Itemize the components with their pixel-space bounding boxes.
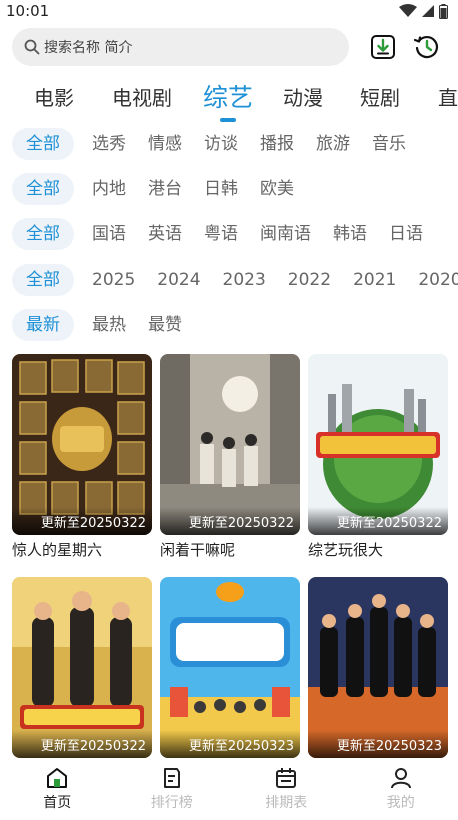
wifi-icon [399,4,417,17]
nav-profile-label: 我的 [386,795,415,811]
show-card[interactable]: 更新至20250322 [12,577,152,758]
filter-region-option[interactable]: 日韩 [204,173,238,205]
filter-language-option[interactable]: 国语 [92,218,126,250]
search-row: 搜索名称 简介 [12,28,452,66]
search-icon [24,39,40,55]
tab-short-drama[interactable]: 短剧 [360,74,400,111]
nav-schedule-label: 排期表 [265,795,308,811]
filter-year-option[interactable]: 2022 [288,264,331,296]
update-badge: 更新至20250322 [160,507,300,535]
show-title: 闲着干嘛呢 [160,541,236,559]
nav-ranking-label: 排行榜 [150,795,193,811]
show-poster[interactable]: 更新至20250323 [308,577,448,758]
show-title: 惊人的星期六 [12,541,103,559]
nav-home[interactable]: 首页 [0,762,115,820]
show-poster[interactable]: 更新至20250323 [160,577,300,758]
filter-type-option[interactable]: 播报 [260,128,294,160]
status-bar: 10:01 [0,0,458,22]
main-category-tabs: 电影 电视剧 综艺 动漫 短剧 直 [0,74,458,122]
sort-latest[interactable]: 最新 [12,309,74,341]
filter-year-option[interactable]: 2025 [92,264,135,296]
home-icon [47,768,68,788]
show-card[interactable]: 更新至20250323 [160,577,300,758]
status-icons [399,3,448,19]
battery-icon [439,3,448,19]
tab-live[interactable]: 直 [438,74,458,111]
show-card[interactable]: 更新至20250322 惊人的星期六 [12,354,152,560]
search-input[interactable]: 搜索名称 简介 [12,28,349,66]
filter-language-option[interactable]: 英语 [148,218,182,250]
filter-type-all[interactable]: 全部 [12,128,74,160]
filter-year-option[interactable]: 2020 [418,264,458,296]
update-badge: 更新至20250322 [308,507,448,535]
update-badge: 更新至20250322 [12,507,152,535]
update-badge: 更新至20250323 [160,730,300,758]
bottom-nav: 首页 排行榜 排期表 我的 [0,762,458,820]
filter-type-option[interactable]: 情感 [148,128,182,160]
show-poster[interactable]: 更新至20250322 [308,354,448,535]
filter-year-option[interactable]: 2023 [223,264,266,296]
filter-region-option[interactable]: 港台 [148,173,182,205]
filter-language-all[interactable]: 全部 [12,218,74,250]
filter-row-region: 全部 内地 港台 日韩 欧美 [12,173,458,205]
tab-tv-series[interactable]: 电视剧 [112,74,172,111]
filter-language-option[interactable]: 闽南语 [260,218,311,250]
filter-year-option[interactable]: 2024 [157,264,200,296]
search-placeholder: 搜索名称 简介 [44,40,133,56]
history-button[interactable] [413,33,441,61]
show-poster[interactable]: 更新至20250322 [160,354,300,535]
show-card[interactable]: 更新至20250322 综艺玩很大 [308,354,448,560]
status-time: 10:01 [6,2,50,20]
filter-type-option[interactable]: 音乐 [372,128,406,160]
filter-type-option[interactable]: 旅游 [316,128,350,160]
ranking-icon [163,768,180,788]
filter-language-option[interactable]: 日语 [389,218,423,250]
tab-anime[interactable]: 动漫 [283,74,323,111]
nav-home-label: 首页 [43,795,72,811]
nav-ranking[interactable]: 排行榜 [115,762,230,820]
update-badge: 更新至20250322 [12,730,152,758]
nav-profile[interactable]: 我的 [344,762,458,820]
filter-row-language: 全部 国语 英语 粤语 闽南语 韩语 日语 [12,218,458,250]
history-icon [413,35,439,59]
filter-type-option[interactable]: 访谈 [204,128,238,160]
filter-row-type: 全部 选秀 情感 访谈 播报 旅游 音乐 [12,128,458,160]
filter-language-option[interactable]: 韩语 [333,218,367,250]
sort-most-liked[interactable]: 最赞 [148,309,182,341]
filter-region-option[interactable]: 欧美 [260,173,294,205]
calendar-icon [276,768,297,788]
download-icon [371,35,395,59]
nav-schedule[interactable]: 排期表 [229,762,344,820]
filter-row-sort: 最新 最热 最赞 [12,309,458,341]
filter-year-option[interactable]: 2021 [353,264,396,296]
sort-hottest[interactable]: 最热 [92,309,126,341]
show-title: 综艺玩很大 [308,541,384,559]
filter-region-option[interactable]: 内地 [92,173,126,205]
tab-variety[interactable]: 综艺 [203,74,253,114]
download-button[interactable] [369,33,397,61]
filter-year-all[interactable]: 全部 [12,264,74,296]
show-card[interactable]: 更新至20250323 [308,577,448,758]
tab-movie[interactable]: 电影 [34,74,74,111]
filter-row-year: 全部 2025 2024 2023 2022 2021 2020 [12,264,458,296]
filter-type-option[interactable]: 选秀 [92,128,126,160]
signal-icon [422,5,434,17]
show-card[interactable]: 更新至20250322 闲着干嘛呢 [160,354,300,560]
filter-region-all[interactable]: 全部 [12,173,74,205]
user-icon [390,768,411,789]
update-badge: 更新至20250323 [308,730,448,758]
filter-language-option[interactable]: 粤语 [204,218,238,250]
show-poster[interactable]: 更新至20250322 [12,577,152,758]
show-poster[interactable]: 更新至20250322 [12,354,152,535]
